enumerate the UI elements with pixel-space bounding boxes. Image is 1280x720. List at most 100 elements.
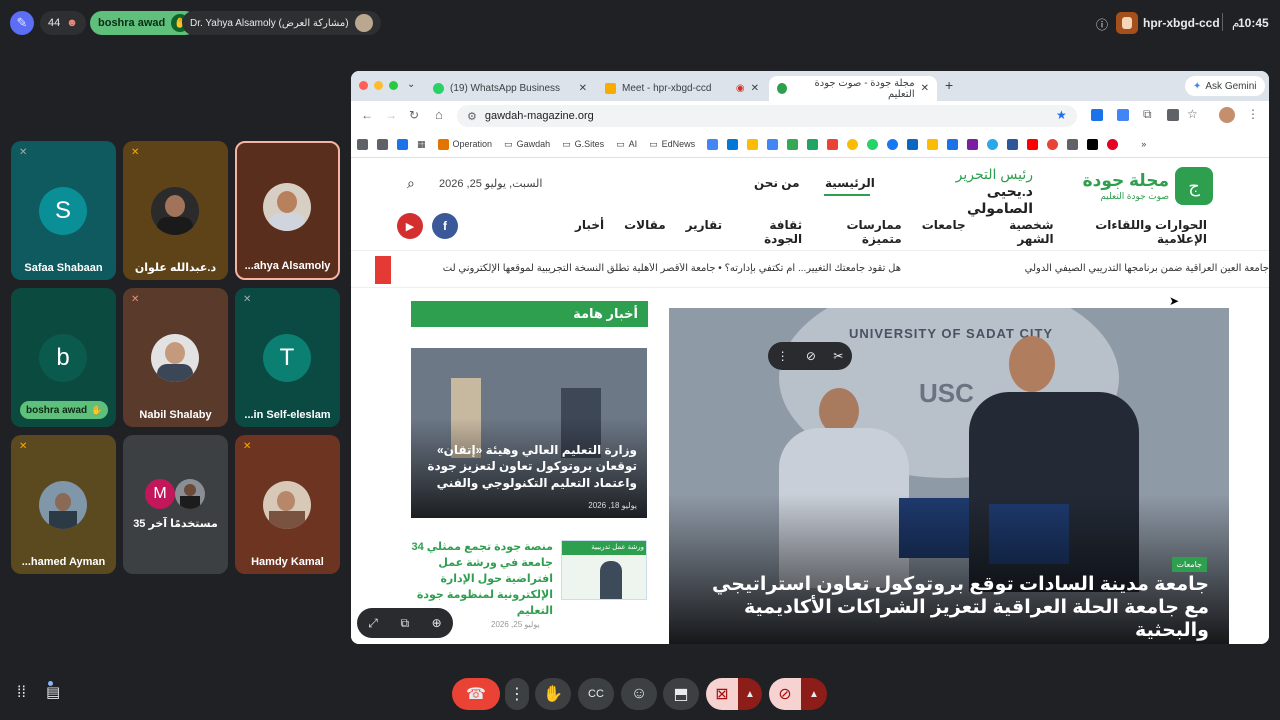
participant-tile[interactable]: ✕ S Safaa Shabaan: [11, 141, 116, 280]
photos-icon[interactable]: [847, 138, 859, 150]
teams-icon[interactable]: [967, 138, 979, 150]
reload-icon[interactable]: ↻: [409, 108, 419, 122]
ask-gemini-button[interactable]: ✦ Ask Gemini: [1185, 76, 1265, 96]
site-info-icon[interactable]: ⚙: [467, 110, 477, 123]
camera-toggle-button[interactable]: ⊠: [706, 678, 738, 710]
bookmark-operation[interactable]: Operation: [437, 138, 492, 150]
outlook-icon[interactable]: [727, 138, 739, 150]
participant-count-pill[interactable]: 44 ☻: [40, 11, 86, 35]
translate-icon[interactable]: [1117, 109, 1129, 121]
facebook-icon[interactable]: [887, 138, 899, 150]
close-tab-icon[interactable]: ✕: [921, 83, 929, 94]
linkedin-icon[interactable]: [907, 138, 919, 150]
telegram-icon[interactable]: [987, 138, 999, 150]
bookmark-ednews[interactable]: ▭ EdNews: [649, 139, 695, 150]
unpin-icon[interactable]: ✂: [833, 349, 843, 363]
news-card-2-thumbnail[interactable]: ورشة عمل تدريبية: [561, 540, 647, 600]
mic-options-button[interactable]: ▲: [801, 678, 827, 710]
whatsapp-bookmark-icon[interactable]: [867, 138, 879, 150]
meet-logo-icon[interactable]: ✎: [10, 11, 34, 35]
pinterest-icon[interactable]: [1107, 138, 1119, 150]
news-card-1[interactable]: وزارة التعليم العالي وهيئة «إتقان» توقعا…: [411, 348, 647, 518]
extension-icon[interactable]: [1091, 109, 1103, 121]
menu-item[interactable]: تقارير: [686, 218, 723, 246]
gmail-icon[interactable]: [827, 138, 839, 150]
participant-tile[interactable]: ✕ T ...in Self-eleslam: [235, 288, 340, 427]
chat-icon[interactable]: ▤: [46, 683, 60, 701]
tool-icon[interactable]: [1047, 138, 1059, 150]
popout-icon[interactable]: ⧉: [400, 616, 409, 631]
extensions-puzzle-icon[interactable]: ⧉: [1143, 107, 1152, 122]
participant-tile-others[interactable]: M 35 مستخدمًا آخر: [123, 435, 228, 574]
close-tab-icon[interactable]: ✕: [751, 83, 759, 94]
tab-whatsapp[interactable]: (19) WhatsApp Business ✕: [425, 76, 595, 101]
site-logo[interactable]: ج مجلة جودة صوت جودة التعليم: [1071, 164, 1213, 208]
meeting-host-icon[interactable]: [1116, 12, 1138, 34]
youtube-bookmark-icon[interactable]: [1027, 138, 1039, 150]
mic-toggle-button[interactable]: ⊘: [769, 678, 801, 710]
audio-off-icon[interactable]: ⊘: [806, 349, 816, 363]
end-call-button[interactable]: ☎: [452, 678, 500, 710]
sheets-icon[interactable]: [787, 138, 799, 150]
bookmark-icon[interactable]: [377, 138, 388, 150]
docs-icon[interactable]: [707, 138, 719, 150]
participant-tile[interactable]: b boshra awad ✋: [11, 288, 116, 427]
url-field[interactable]: ⚙ gawdah-magazine.org: [457, 105, 1077, 127]
presenting-pill[interactable]: Dr. Yahya Alsamoly (مشاركة العرض): [182, 11, 381, 35]
home-icon[interactable]: ⌂: [435, 107, 443, 122]
x-icon[interactable]: [1087, 138, 1099, 150]
menu-item[interactable]: ثقافة الجودة: [742, 218, 802, 246]
participant-tile[interactable]: ✕ د.عبدالله علوان: [123, 141, 228, 280]
nav-about[interactable]: من نحن: [754, 176, 800, 190]
raise-hand-button[interactable]: ✋: [535, 678, 571, 710]
apps-grid-icon[interactable]: ▦: [417, 139, 426, 150]
menu-dots-icon[interactable]: ⋮: [1247, 107, 1259, 121]
bookmark-gsites[interactable]: ▭ G.Sites: [562, 139, 604, 150]
menu-item[interactable]: جامعات: [922, 218, 966, 246]
camera-options-button[interactable]: ▲: [738, 678, 762, 710]
contacts-icon[interactable]: [947, 138, 959, 150]
back-icon[interactable]: ←: [361, 108, 373, 122]
bookmark-star-icon[interactable]: ★: [1056, 108, 1067, 122]
menu-item[interactable]: مقالات: [624, 218, 666, 246]
bookmark-ai[interactable]: ▭ AI: [616, 139, 637, 150]
info-icon[interactable]: ⓘ: [1096, 16, 1108, 33]
participant-tile-active[interactable]: ...ahya Alsamoly: [235, 141, 340, 280]
participant-tile[interactable]: ✕ ...hamed Ayman: [11, 435, 116, 574]
participant-tile[interactable]: ✕ Hamdy Kamal: [235, 435, 340, 574]
tab-gawdah[interactable]: مجلة جودة - صوت جودة التعليم ✕: [769, 76, 937, 101]
tool-icon[interactable]: [1067, 138, 1079, 150]
drive-icon[interactable]: [807, 138, 819, 150]
sidebar-icon[interactable]: [1167, 109, 1179, 121]
news-ticker[interactable]: هل تقود جامعتك التغيير... أم تكتفي بإدار…: [351, 250, 1269, 288]
calendar-icon[interactable]: [767, 138, 779, 150]
bookmark-icon[interactable]: [357, 138, 368, 150]
keep-icon[interactable]: [747, 138, 759, 150]
close-tab-icon[interactable]: ✕: [579, 83, 587, 94]
present-button[interactable]: ⬒: [663, 678, 699, 710]
emoji-button[interactable]: ☺: [621, 678, 657, 710]
category-badge[interactable]: جامعات: [1171, 557, 1207, 572]
nav-home[interactable]: الرئيسية: [825, 176, 875, 190]
word-icon[interactable]: [1007, 138, 1019, 150]
close-window-icon[interactable]: [359, 81, 368, 90]
more-options-icon[interactable]: ⋮: [777, 349, 789, 363]
youtube-icon[interactable]: ▶: [397, 213, 423, 239]
bookmark-icon[interactable]: [397, 138, 408, 150]
menu-item[interactable]: ممارسات متميزة: [822, 218, 901, 246]
zoom-icon[interactable]: ⊕: [432, 616, 442, 630]
minimize-window-icon[interactable]: [374, 81, 383, 90]
menu-item[interactable]: شخصية الشهر: [986, 218, 1053, 246]
more-options-button[interactable]: ⋮: [505, 678, 529, 710]
meet-bookmark-icon[interactable]: [927, 138, 939, 150]
menu-item[interactable]: الحوارات واللقاءات الإعلامية: [1074, 218, 1207, 246]
search-icon[interactable]: ⌕: [407, 175, 415, 192]
forward-icon[interactable]: →: [385, 108, 397, 122]
maximize-window-icon[interactable]: [389, 81, 398, 90]
new-tab-icon[interactable]: +: [945, 77, 953, 93]
tab-search-icon[interactable]: ⌄: [407, 79, 415, 90]
menu-item[interactable]: أخبار: [575, 218, 604, 246]
bookmark-gawdah[interactable]: ▭ Gawdah: [504, 139, 550, 150]
profile-avatar[interactable]: [1219, 107, 1235, 123]
captions-button[interactable]: CC: [578, 678, 614, 710]
